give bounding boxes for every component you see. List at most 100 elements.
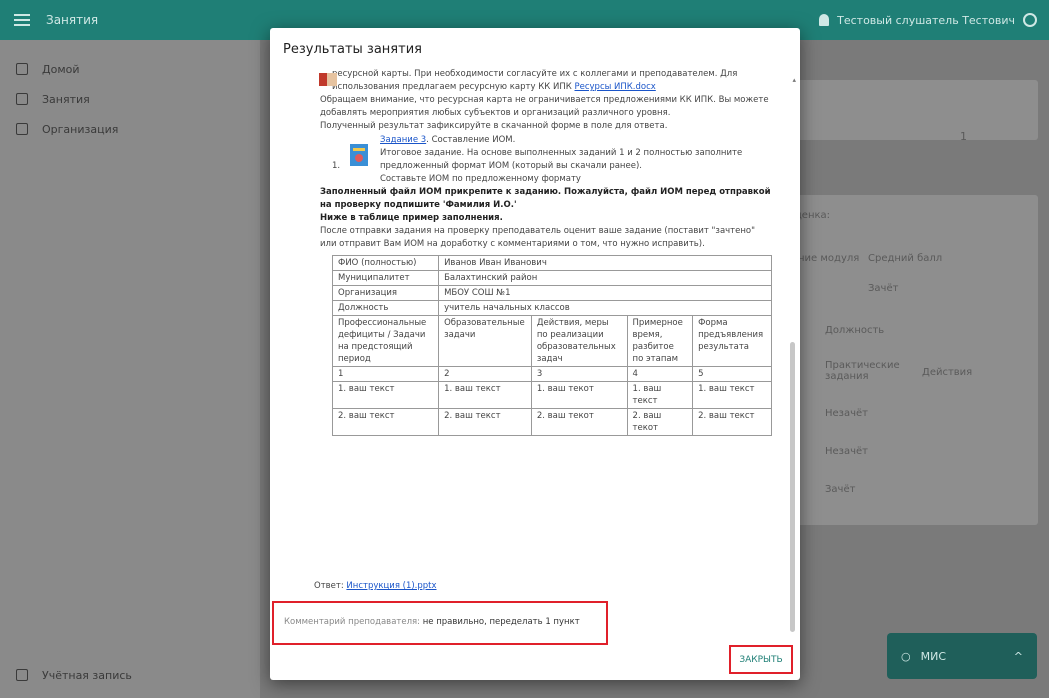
chat-button[interactable]: ○ МИС ^ bbox=[887, 633, 1037, 679]
table-cell: Муниципалитет bbox=[331, 270, 440, 286]
book-icon bbox=[319, 73, 337, 86]
col-practical: Практические задания bbox=[825, 360, 900, 382]
resources-link[interactable]: Ресурсы ИПК.docx bbox=[574, 82, 655, 92]
paragraph-1: Обращаем внимание, что ресурсная карта н… bbox=[320, 95, 769, 118]
table-cell: 4 bbox=[626, 366, 694, 382]
chevron-up-icon: ^ bbox=[1013, 649, 1023, 663]
table-cell: Должность bbox=[331, 300, 440, 316]
dialog-scrollbar[interactable] bbox=[790, 72, 795, 632]
sidebar-item-home[interactable]: Домой bbox=[0, 54, 260, 84]
account-icon[interactable] bbox=[1023, 13, 1037, 27]
sidebar-item-organization[interactable]: Организация bbox=[0, 114, 260, 144]
rating-label: ценка: bbox=[795, 210, 831, 221]
paragraph-3: После отправки задания на проверку препо… bbox=[320, 226, 756, 249]
table-cell: 2. ваш текст bbox=[331, 408, 440, 436]
table-cell: 1. ваш текст bbox=[692, 381, 772, 409]
home-icon bbox=[16, 63, 28, 75]
table-cell: Балахтинский район bbox=[438, 270, 772, 286]
document-icon bbox=[16, 93, 28, 105]
table-header: Форма предъявления результата bbox=[692, 315, 772, 367]
zachet-select[interactable]: Зачёт bbox=[868, 283, 898, 294]
sidebar-item-account[interactable]: Учётная запись bbox=[0, 660, 260, 690]
table-cell: ФИО (полностью) bbox=[331, 255, 440, 271]
table-cell: Организация bbox=[331, 285, 440, 301]
table-row: 2. ваш текст 2. ваш текст 2. ваш текот 2… bbox=[331, 408, 772, 436]
table-header-row: Профессиональные дефициты / Задачи на пр… bbox=[331, 315, 772, 367]
table-cell: 2. ваш текст bbox=[692, 408, 772, 436]
answer-label: Ответ: bbox=[314, 581, 344, 591]
intro-line2-text: использования предлагаем ресурсную карту… bbox=[332, 82, 572, 92]
results-dialog: Результаты занятия ▴ ресурсной карты. Пр… bbox=[270, 28, 800, 680]
bell-icon[interactable] bbox=[819, 14, 830, 26]
table-cell: МБОУ СОШ №1 bbox=[438, 285, 772, 301]
paragraph-2: Полученный результат зафиксируйте в скач… bbox=[320, 121, 668, 131]
table-cell: учитель начальных классов bbox=[438, 300, 772, 316]
table-cell: 2 bbox=[438, 366, 532, 382]
table-row: 1 2 3 4 5 bbox=[331, 366, 772, 382]
sidebar-item-label: Занятия bbox=[42, 92, 90, 106]
table-header: Профессиональные дефициты / Задачи на пр… bbox=[331, 315, 440, 367]
table-row: 1. ваш текст 1. ваш текст 1. ваш текот 1… bbox=[331, 381, 772, 409]
lesson-content: ресурсной карты. При необходимости согла… bbox=[319, 68, 772, 436]
sidebar-item-label: Организация bbox=[42, 122, 119, 136]
answer-row: Ответ: Инструкция (1).pptx bbox=[314, 581, 437, 591]
teacher-comment: Комментарий преподавателя: не правильно,… bbox=[284, 617, 580, 627]
app-title: Занятия bbox=[46, 13, 99, 27]
row-status: Зачёт bbox=[825, 484, 856, 495]
user-name: Тестовый слушатель Тестович bbox=[837, 13, 1015, 27]
comment-value: не правильно, переделать 1 пункт bbox=[422, 617, 580, 627]
chat-label: МИС bbox=[920, 649, 947, 663]
table-row: Должность учитель начальных классов bbox=[331, 300, 772, 316]
task-number: 1. bbox=[332, 161, 341, 171]
table-cell: 2. ваш текст bbox=[438, 408, 532, 436]
table-cell: 2. ваш текот bbox=[530, 408, 628, 436]
table-cell: 1. ваш текст bbox=[626, 381, 694, 409]
list-icon bbox=[16, 123, 28, 135]
menu-icon[interactable] bbox=[14, 14, 30, 26]
table-cell: 2. ваш текот bbox=[626, 408, 694, 436]
table-cell: 5 bbox=[692, 366, 772, 382]
dialog-title: Результаты занятия bbox=[283, 42, 422, 57]
account-card-icon bbox=[16, 669, 28, 681]
sidebar: Домой Занятия Организация Учётная запись bbox=[0, 40, 260, 698]
table-row: Муниципалитет Балахтинский район bbox=[331, 270, 772, 286]
sidebar-item-lessons[interactable]: Занятия bbox=[0, 84, 260, 114]
task-description-2: Составьте ИОМ по предложенному формату bbox=[380, 174, 581, 184]
answer-file-link[interactable]: Инструкция (1).pptx bbox=[346, 581, 436, 591]
col-module: ние модуля bbox=[798, 253, 860, 264]
intro-line1: ресурсной карты. При необходимости согла… bbox=[332, 69, 738, 79]
task-title-rest: . Составление ИОМ. bbox=[426, 135, 516, 145]
table-header: Образовательные задачи bbox=[438, 315, 532, 367]
table-cell: 1. ваш текст bbox=[438, 381, 532, 409]
table-row: Организация МБОУ СОШ №1 bbox=[331, 285, 772, 301]
bold-instruction-1: Заполненный файл ИОМ прикрепите к задани… bbox=[320, 187, 771, 210]
iom-example-table: ФИО (полностью) Иванов Иван Иванович Муни… bbox=[331, 255, 772, 436]
task-description: Итоговое задание. На основе выполненных … bbox=[380, 148, 743, 171]
table-header: Примерное время, разбитое по этапам bbox=[626, 315, 694, 367]
row-status: Незачёт bbox=[825, 446, 869, 457]
dialog-scroll-area[interactable]: ресурсной карты. При необходимости согла… bbox=[270, 68, 800, 626]
table-header: Действия, меры по реализации образовател… bbox=[530, 315, 628, 367]
col-position: Должность bbox=[825, 325, 885, 336]
user-area[interactable]: Тестовый слушатель Тестович bbox=[819, 0, 1037, 40]
close-highlight: ЗАКРЫТЬ bbox=[729, 645, 793, 674]
table-cell: 3 bbox=[530, 366, 628, 382]
table-row: ФИО (полностью) Иванов Иван Иванович bbox=[331, 255, 772, 271]
row-status: Незачёт bbox=[825, 408, 869, 419]
page-badge: 1 bbox=[960, 130, 967, 143]
task-3: 1. Задание 3. Составление ИОМ. Итоговое … bbox=[332, 134, 772, 186]
table-cell: 1. ваш текот bbox=[530, 381, 628, 409]
teacher-comment-box: Комментарий преподавателя: не правильно,… bbox=[272, 601, 608, 645]
col-actions: Действия bbox=[922, 367, 973, 378]
bold-instruction-2: Ниже в таблице пример заполнения. bbox=[320, 213, 503, 223]
task-image-icon bbox=[350, 144, 368, 166]
table-cell: 1. ваш текст bbox=[331, 381, 440, 409]
intro-line2: использования предлагаем ресурсную карту… bbox=[332, 81, 772, 94]
table-cell: 1 bbox=[331, 366, 440, 382]
task-title-link[interactable]: Задание 3 bbox=[380, 135, 426, 145]
sidebar-item-label: Домой bbox=[42, 62, 80, 76]
comment-label: Комментарий преподавателя: bbox=[284, 617, 420, 627]
close-button[interactable]: ЗАКРЫТЬ bbox=[739, 655, 782, 665]
sidebar-item-label: Учётная запись bbox=[42, 668, 132, 682]
scrollbar-thumb[interactable] bbox=[790, 342, 795, 632]
